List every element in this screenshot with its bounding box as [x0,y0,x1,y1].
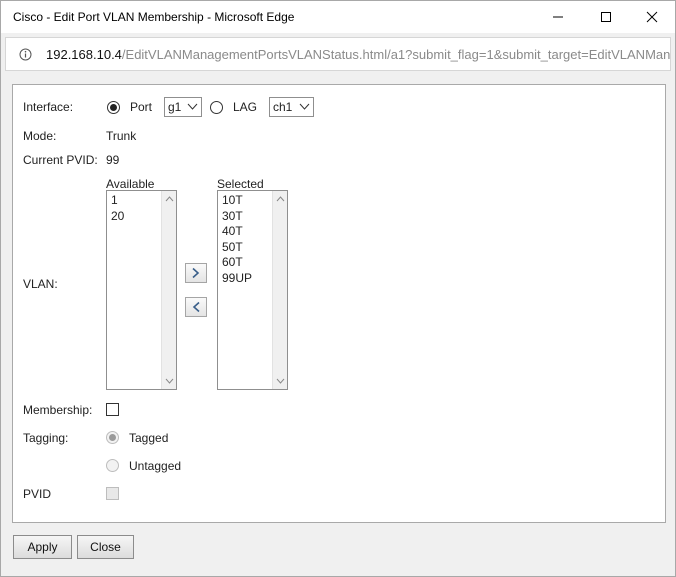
minimize-button[interactable] [535,1,581,33]
untagged-radio[interactable] [106,459,119,472]
maximize-button[interactable] [583,1,629,33]
remove-vlan-button[interactable] [185,297,207,317]
selected-vlan-option[interactable]: 60T [222,255,252,271]
mode-value: Trunk [106,129,137,143]
current-pvid-value: 99 [106,153,120,167]
mode-label: Mode: [23,129,57,143]
selected-label: Selected [217,177,264,191]
pvid-label: PVID [23,487,52,501]
selected-vlan-option[interactable]: 40T [222,224,252,240]
available-label: Available [106,177,155,191]
interface-label: Interface: [23,100,74,114]
membership-checkbox[interactable] [106,403,119,416]
tagging-label: Tagging: [23,431,69,445]
port-radio[interactable] [107,101,120,114]
lag-select[interactable]: ch1 [269,97,314,117]
close-window-button[interactable] [629,1,675,33]
chevron-down-icon[interactable] [165,378,174,384]
minimize-icon [553,16,563,18]
available-items: 1 20 [111,193,124,224]
untagged-label: Untagged [129,459,182,473]
window-title: Cisco - Edit Port VLAN Membership - Micr… [13,10,295,24]
chevron-up-icon[interactable] [276,196,285,202]
maximize-icon [601,12,611,22]
lag-select-value: ch1 [273,100,293,114]
port-label: Port [130,100,153,114]
selected-vlan-option[interactable]: 50T [222,240,252,256]
chevron-down-icon [187,103,198,110]
lag-radio[interactable] [210,101,223,114]
tagged-label: Tagged [129,431,169,445]
title-bar: Cisco - Edit Port VLAN Membership - Micr… [1,1,675,33]
current-pvid-label: Current PVID: [23,153,98,167]
add-vlan-button[interactable] [185,263,207,283]
lag-label: LAG [233,100,258,114]
url-host: 192.168.10.4 [46,47,122,62]
available-vlan-option[interactable]: 20 [111,209,124,225]
selected-scrollbar[interactable] [272,191,287,389]
double-chevron-left-icon [192,301,200,313]
chevron-up-icon[interactable] [165,196,174,202]
port-select-value: g1 [168,100,182,114]
chevron-down-icon [299,103,310,110]
available-scrollbar[interactable] [161,191,176,389]
selected-vlan-option[interactable]: 99UP [222,271,252,287]
browser-window: Cisco - Edit Port VLAN Membership - Micr… [0,0,676,577]
url-path: /EditVLANManagementPortsVLANStatus.html/… [121,47,671,62]
available-vlan-list[interactable]: 1 20 [106,190,177,390]
tagged-radio[interactable] [106,431,119,444]
selected-vlan-list[interactable]: 10T 30T 40T 50T 60T 99UP [217,190,288,390]
url-text[interactable]: 192.168.10.4/EditVLANManagementPortsVLAN… [46,47,671,62]
close-button[interactable]: Close [77,535,134,559]
membership-label: Membership: [23,403,93,417]
apply-button[interactable]: Apply [13,535,72,559]
address-bar[interactable]: 192.168.10.4/EditVLANManagementPortsVLAN… [5,37,671,71]
pvid-checkbox[interactable] [106,487,119,500]
port-select[interactable]: g1 [164,97,202,117]
chevron-down-icon[interactable] [276,378,285,384]
available-vlan-option[interactable]: 1 [111,193,124,209]
close-icon [646,11,658,23]
content-panel: Interface: Port g1 LAG ch1 Mode: Trunk C… [12,84,666,523]
double-chevron-right-icon [192,267,200,279]
selected-vlan-option[interactable]: 10T [222,193,252,209]
selected-vlan-option[interactable]: 30T [222,209,252,225]
vlan-label: VLAN: [23,277,58,291]
selected-items: 10T 30T 40T 50T 60T 99UP [222,193,252,286]
info-icon[interactable] [19,48,32,61]
